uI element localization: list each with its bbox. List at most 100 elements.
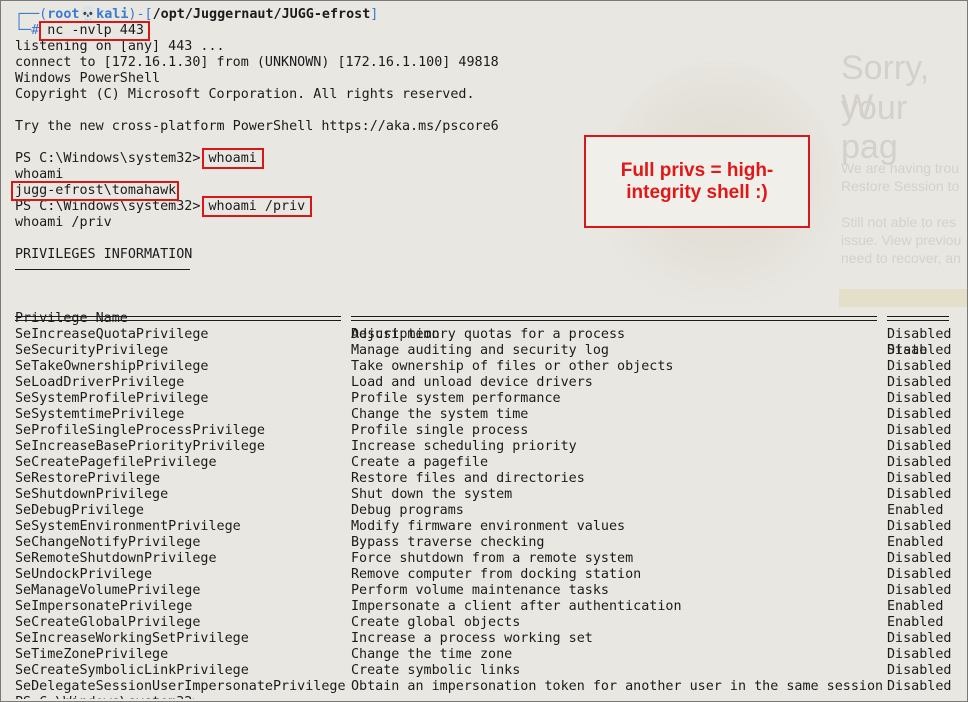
privilege-state: Disabled (887, 631, 952, 646)
privilege-name: SeIncreaseBasePriorityPrivilege (15, 439, 265, 454)
privilege-row: SeRemoteShutdownPrivilege Force shutdown … (15, 551, 955, 567)
privilege-row: SeShutdownPrivilege Shut down the system D… (15, 487, 955, 503)
privilege-description: Force shutdown from a remote system (351, 551, 634, 566)
whoami-result: jugg-efrost\tomahawk (15, 183, 177, 198)
privilege-state: Disabled (887, 391, 952, 406)
column-headers: Privilege Name Description State (15, 295, 955, 358)
privilege-state: Enabled (887, 615, 944, 630)
privilege-name: SeSystemProfilePrivilege (15, 391, 209, 406)
background-body-line5: issue. View previou (841, 232, 962, 248)
privilege-state: Disabled (887, 583, 952, 598)
privilege-state: Enabled (887, 503, 944, 518)
privilege-row: SeIncreaseWorkingSetPrivilege Increase a … (15, 631, 955, 647)
privilege-description: Profile single process (351, 423, 529, 438)
privilege-row: SeChangeNotifyPrivilege Bypass traverse c… (15, 535, 955, 551)
privilege-name: SeCreatePagefilePrivilege (15, 455, 217, 470)
privilege-name: SeCreateSymbolicLinkPrivilege (15, 663, 249, 678)
privilege-row: SeUndockPrivilege Remove computer from do… (15, 567, 955, 583)
privilege-row: SeCreateSymbolicLinkPrivilege Create symb… (15, 663, 955, 679)
privilege-row: SeIncreaseBasePriorityPrivilege Increase … (15, 439, 955, 455)
privilege-state: Enabled (887, 535, 944, 550)
background-body-line4: Still not able to res (841, 214, 957, 230)
privilege-state: Disabled (887, 519, 952, 534)
privilege-description: Increase scheduling priority (351, 439, 577, 454)
prompt-open: ┌──( (15, 7, 48, 22)
privilege-row: SeSystemtimePrivilege Change the system t… (15, 407, 955, 423)
privilege-state: Disabled (887, 407, 952, 422)
privilege-name: SeTakeOwnershipPrivilege (15, 359, 209, 374)
nc-command: nc -nvlp 443 (47, 23, 144, 38)
background-body-line1: We are having trou (841, 160, 960, 176)
privilege-name: SeSecurityPrivilege (15, 343, 169, 358)
privilege-description: Change the system time (351, 407, 529, 422)
privilege-name: SeShutdownPrivilege (15, 487, 169, 502)
privilege-state: Disabled (887, 567, 952, 582)
privilege-name: SeIncreaseWorkingSetPrivilege (15, 631, 249, 646)
privilege-description: Change the time zone (351, 647, 513, 662)
privilege-row: SeCreateGlobalPrivilege Create global obj… (15, 615, 955, 631)
privilege-row: SeSecurityPrivilege Manage auditing and s… (15, 343, 955, 359)
output-line: Copyright (C) Microsoft Corporation. All… (15, 87, 475, 102)
privilege-row: SeSystemEnvironmentPrivilege Modify firmw… (15, 519, 955, 535)
privilege-description: Profile system performance (351, 391, 561, 406)
privilege-description: Obtain an impersonation token for anothe… (351, 679, 884, 694)
privileges-header: PRIVILEGES INFORMATION (15, 247, 193, 262)
command-echo-2: whoami /priv (15, 215, 112, 230)
prompt-user: root💀kali (47, 7, 129, 22)
privilege-description: Perform volume maintenance tasks (351, 583, 609, 598)
privilege-description: Bypass traverse checking (351, 535, 545, 550)
privilege-row: SeSystemProfilePrivilege Profile system p… (15, 391, 955, 407)
prompt-path: /opt/Juggernaut/JUGG-efrost (152, 7, 371, 22)
column-rule-name (15, 316, 341, 321)
privilege-name: SeSystemEnvironmentPrivilege (15, 519, 241, 534)
column-rule-description (351, 316, 877, 321)
output-line: Try the new cross-platform PowerShell ht… (15, 119, 499, 134)
ps-prompt: PS C:\Windows\system32> (15, 695, 200, 699)
shell-prompt-line: ┌──(root💀kali)-[/opt/Juggernaut/JUGG-efr… (15, 7, 378, 23)
prompt-mid: )-[ (128, 7, 153, 22)
privilege-description: Impersonate a client after authenticatio… (351, 599, 682, 614)
output-line: connect to [172.16.1.30] from (UNKNOWN) … (15, 55, 499, 70)
privilege-name: SeProfileSingleProcessPrivilege (15, 423, 265, 438)
shell-command-line: └─# nc -nvlp 443 (15, 23, 144, 39)
command-echo-1: whoami (15, 167, 64, 182)
prompt-corner: └─# (15, 23, 40, 38)
privilege-description: Load and unload device drivers (351, 375, 593, 390)
background-title-line1: Sorry, W (841, 49, 930, 126)
privilege-state: Disabled (887, 487, 952, 502)
privilege-row: SeProfileSingleProcessPrivilege Profile s… (15, 423, 955, 439)
privilege-row: SeCreatePagefilePrivilege Create a pagefi… (15, 455, 955, 471)
privilege-description: Remove computer from docking station (351, 567, 642, 582)
privilege-row: SeDebugPrivilege Debug programs Enabled (15, 503, 955, 519)
annotation-callout: Full privs = high-integrity shell :) (584, 135, 810, 228)
header-underline (15, 269, 190, 270)
privilege-name: SeLoadDriverPrivilege (15, 375, 185, 390)
privilege-row: SeImpersonatePrivilege Impersonate a clie… (15, 599, 955, 615)
privilege-row: SeRestorePrivilege Restore files and dire… (15, 471, 955, 487)
privilege-state: Disabled (887, 647, 952, 662)
privilege-description: Create symbolic links (351, 663, 521, 678)
output-line: Windows PowerShell (15, 71, 161, 86)
privilege-row: SeTakeOwnershipPrivilege Take ownership o… (15, 359, 955, 375)
privilege-description: Shut down the system (351, 487, 513, 502)
privilege-description: Take ownership of files or other objects (351, 359, 674, 374)
privilege-state: Disabled (887, 423, 952, 438)
privilege-name: SeRemoteShutdownPrivilege (15, 551, 217, 566)
privilege-state: Disabled (887, 439, 952, 454)
privilege-state: Disabled (887, 471, 952, 486)
privilege-state: Disabled (887, 375, 952, 390)
privilege-state: Disabled (887, 359, 952, 374)
privilege-description: Increase a process working set (351, 631, 593, 646)
privilege-name: SeUndockPrivilege (15, 567, 153, 582)
privilege-description: Adjust memory quotas for a process (351, 327, 626, 342)
background-body-line6: need to recover, an (841, 250, 961, 266)
ps-prompt-line-1: PS C:\Windows\system32> whoami (15, 151, 257, 167)
privilege-description: Restore files and directories (351, 471, 585, 486)
privilege-state: Disabled (887, 663, 952, 678)
whoami-priv-command: whoami /priv (208, 199, 306, 214)
privilege-description: Create a pagefile (351, 455, 489, 470)
screenshot-frame: Sorry, W your pag We are having trou Res… (0, 0, 968, 702)
privilege-name: SeDelegateSessionUserImpersonatePrivileg… (15, 679, 346, 694)
privilege-name: SeDebugPrivilege (15, 503, 144, 518)
privilege-row: SeDelegateSessionUserImpersonatePrivileg… (15, 679, 955, 695)
